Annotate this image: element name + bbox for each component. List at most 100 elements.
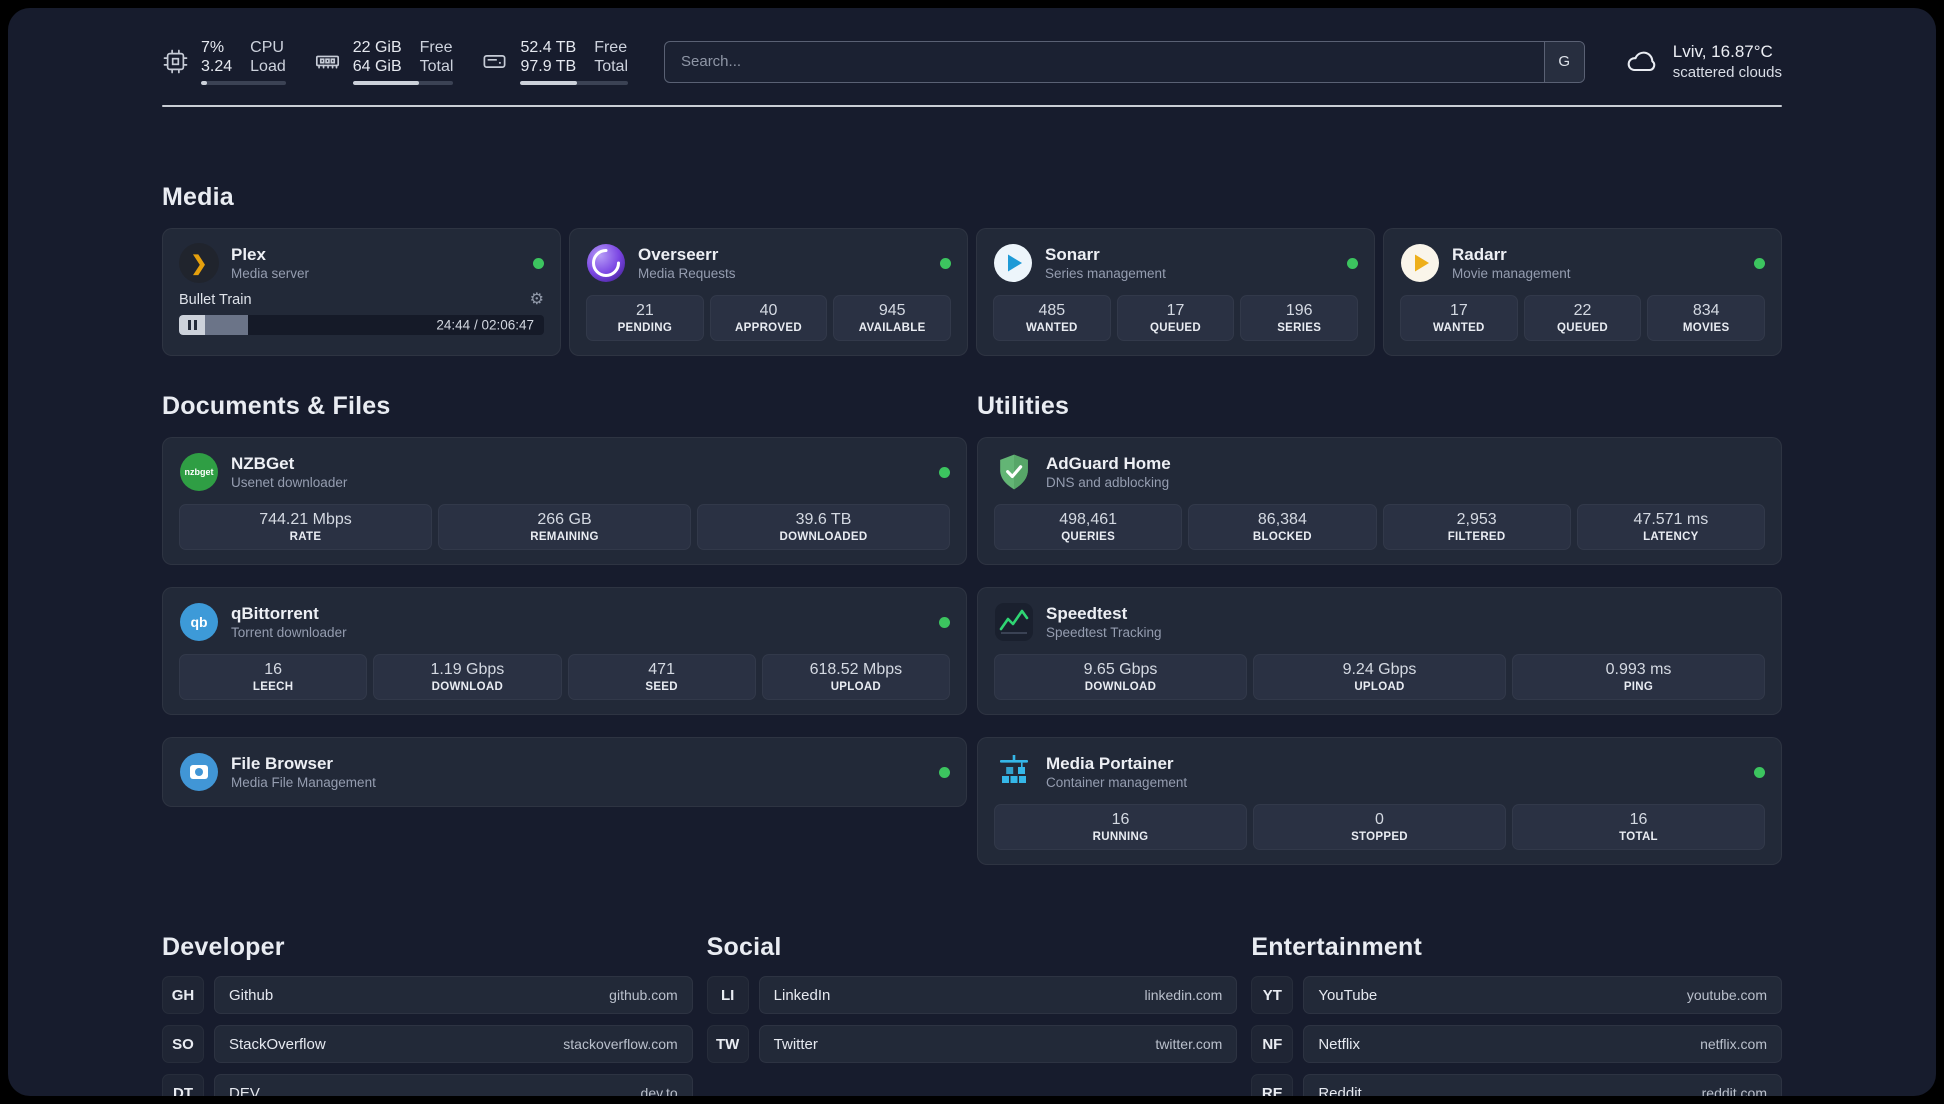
app-title: File Browser xyxy=(231,753,334,773)
stat-value: 485 xyxy=(1038,302,1066,320)
stat-tile-queries: 498,461 QUERIES xyxy=(994,504,1183,551)
top-bar: 7% 3.24 CPU Load 22 GiB 64 GiB Free Tota… xyxy=(162,38,1782,86)
bookmark-url: youtube.com xyxy=(1686,987,1767,1004)
ram-free-label: Free xyxy=(419,39,453,56)
bookmark-dev[interactable]: DT DEV dev.to xyxy=(162,1074,693,1096)
stat-tile-pending: 21 PENDING xyxy=(586,295,704,342)
stat-tile-seed: 471 SEED xyxy=(567,654,756,701)
app-subtitle: Container management xyxy=(1046,775,1188,791)
stat-label: DOWNLOADED xyxy=(779,531,868,544)
stat-tile-blocked: 86,384 BLOCKED xyxy=(1188,504,1377,551)
stat-value: 16 xyxy=(1629,811,1648,829)
bookmark-netflix[interactable]: NF Netflix netflix.com xyxy=(1251,1025,1782,1064)
stat-tile-ping: 0.993 ms PING xyxy=(1512,654,1765,701)
bookmark-abbr: NF xyxy=(1251,1025,1294,1064)
topbar-divider xyxy=(162,105,1782,108)
bookmark-abbr: SO xyxy=(162,1025,204,1064)
app-card-adguard[interactable]: AdGuard Home DNS and adblocking 498,461 … xyxy=(977,437,1782,566)
bookmark-twitter[interactable]: TW Twitter twitter.com xyxy=(706,1025,1238,1064)
cpu-load-label: Load xyxy=(250,58,286,76)
bookmark-name: Github xyxy=(229,986,274,1004)
stat-value: 945 xyxy=(878,302,906,320)
stat-tile-downloaded: 39.6 TB DOWNLOADED xyxy=(697,504,950,551)
bookmark-linkedin[interactable]: LI LinkedIn linkedin.com xyxy=(706,976,1238,1015)
pause-icon[interactable] xyxy=(179,315,205,336)
app-subtitle: Usenet downloader xyxy=(231,475,348,491)
stat-value: 40 xyxy=(759,302,778,320)
app-card-overseerr[interactable]: Overseerr Media Requests 21 PENDING 40 A… xyxy=(569,228,968,357)
stat-tile-movies: 834 MOVIES xyxy=(1647,295,1766,342)
stat-value: 266 GB xyxy=(537,511,592,529)
status-online-dot xyxy=(939,616,950,628)
stat-tile-remaining: 266 GB REMAINING xyxy=(438,504,691,551)
app-title: Speedtest xyxy=(1046,603,1128,623)
cpu-load-value: 3.24 xyxy=(201,58,233,76)
search-engine-button[interactable]: G xyxy=(1543,41,1584,82)
stat-tile-download: 9.65 Gbps DOWNLOAD xyxy=(994,654,1247,701)
bookmark-stackoverflow[interactable]: SO StackOverflow stackoverflow.com xyxy=(162,1025,693,1064)
status-online-dot xyxy=(1347,257,1358,269)
app-title: Radarr xyxy=(1452,244,1507,264)
ram-free-value: 22 GiB xyxy=(352,39,402,56)
section-entertainment: Entertainment YT YouTube youtube.com NF … xyxy=(1251,933,1782,1096)
weather-location: Lviv, 16.87°C xyxy=(1672,41,1773,61)
search-input[interactable] xyxy=(665,41,1544,82)
overseerr-icon xyxy=(586,243,626,283)
stat-tile-wanted: 17 WANTED xyxy=(1400,295,1518,342)
app-card-portainer[interactable]: Media Portainer Container management 16 … xyxy=(977,737,1782,866)
bookmark-abbr: YT xyxy=(1251,976,1294,1015)
cpu-metric: 7% 3.24 CPU Load xyxy=(162,38,286,86)
bookmark-abbr: TW xyxy=(706,1025,749,1064)
bookmark-youtube[interactable]: YT YouTube youtube.com xyxy=(1251,976,1782,1015)
stat-tile-available: 945 AVAILABLE xyxy=(833,295,952,342)
bookmark-abbr: DT xyxy=(162,1074,204,1096)
sonarr-icon xyxy=(993,243,1033,283)
stat-label: WANTED xyxy=(1026,322,1078,335)
app-card-nzbget[interactable]: nzbget NZBGet Usenet downloader 744.21 M… xyxy=(162,437,967,566)
app-card-speedtest[interactable]: Speedtest Speedtest Tracking 9.65 Gbps D… xyxy=(977,587,1782,716)
section-media: Media ❯ Plex Media server Bullet Train ⚙… xyxy=(162,183,1782,357)
stat-value: 9.65 Gbps xyxy=(1083,661,1158,679)
bookmark-github[interactable]: GH Github github.com xyxy=(162,976,693,1015)
bookmark-url: stackoverflow.com xyxy=(563,1036,678,1053)
playback-progress-bar[interactable]: 24:44 / 02:06:47 xyxy=(179,315,544,336)
weather-condition: scattered clouds xyxy=(1672,63,1782,81)
svg-text:nzbget: nzbget xyxy=(185,468,214,478)
app-card-filebrowser[interactable]: File Browser Media File Management xyxy=(162,737,967,808)
search-box[interactable]: G xyxy=(664,40,1585,83)
app-card-sonarr[interactable]: Sonarr Series management 485 WANTED 17 Q… xyxy=(976,228,1375,357)
bookmark-name: YouTube xyxy=(1318,986,1378,1004)
radarr-icon xyxy=(1400,243,1440,283)
stat-label: STOPPED xyxy=(1351,831,1408,844)
stat-value: 16 xyxy=(264,661,283,679)
bookmark-name: StackOverflow xyxy=(229,1035,326,1053)
app-card-plex[interactable]: ❯ Plex Media server Bullet Train ⚙ 24:44… xyxy=(162,228,561,357)
qbittorrent-icon: qb xyxy=(179,602,219,642)
stat-value: 16 xyxy=(1111,811,1130,829)
stat-label: LATENCY xyxy=(1643,531,1699,544)
gear-icon[interactable]: ⚙ xyxy=(530,292,544,308)
nzbget-icon: nzbget xyxy=(179,452,219,492)
svg-text:qb: qb xyxy=(190,614,207,630)
cloud-icon xyxy=(1621,45,1661,78)
stat-label: TOTAL xyxy=(1619,831,1658,844)
app-card-radarr[interactable]: Radarr Movie management 17 WANTED 22 QUE… xyxy=(1383,228,1782,357)
app-card-qbittorrent[interactable]: qb qBittorrent Torrent downloader 16 LEE… xyxy=(162,587,967,716)
section-title-social: Social xyxy=(706,933,782,962)
status-online-dot xyxy=(1754,257,1765,269)
stat-label: MOVIES xyxy=(1682,322,1730,335)
stat-label: RATE xyxy=(289,531,322,544)
stat-label: BLOCKED xyxy=(1252,531,1312,544)
app-subtitle: Speedtest Tracking xyxy=(1046,625,1162,641)
cpu-icon xyxy=(162,48,189,75)
stat-tile-download: 1.19 Gbps DOWNLOAD xyxy=(373,654,562,701)
plex-now-playing: Bullet Train ⚙ 24:44 / 02:06:47 xyxy=(179,292,544,336)
bookmark-url: linkedin.com xyxy=(1144,987,1223,1004)
app-subtitle: Torrent downloader xyxy=(231,625,347,641)
stat-value: 498,461 xyxy=(1059,511,1118,529)
stat-tile-approved: 40 APPROVED xyxy=(709,295,828,342)
bookmark-name: LinkedIn xyxy=(773,986,831,1004)
stat-label: AVAILABLE xyxy=(858,322,926,335)
bookmark-reddit[interactable]: RE Reddit reddit.com xyxy=(1251,1074,1782,1096)
app-subtitle: Series management xyxy=(1045,266,1166,282)
